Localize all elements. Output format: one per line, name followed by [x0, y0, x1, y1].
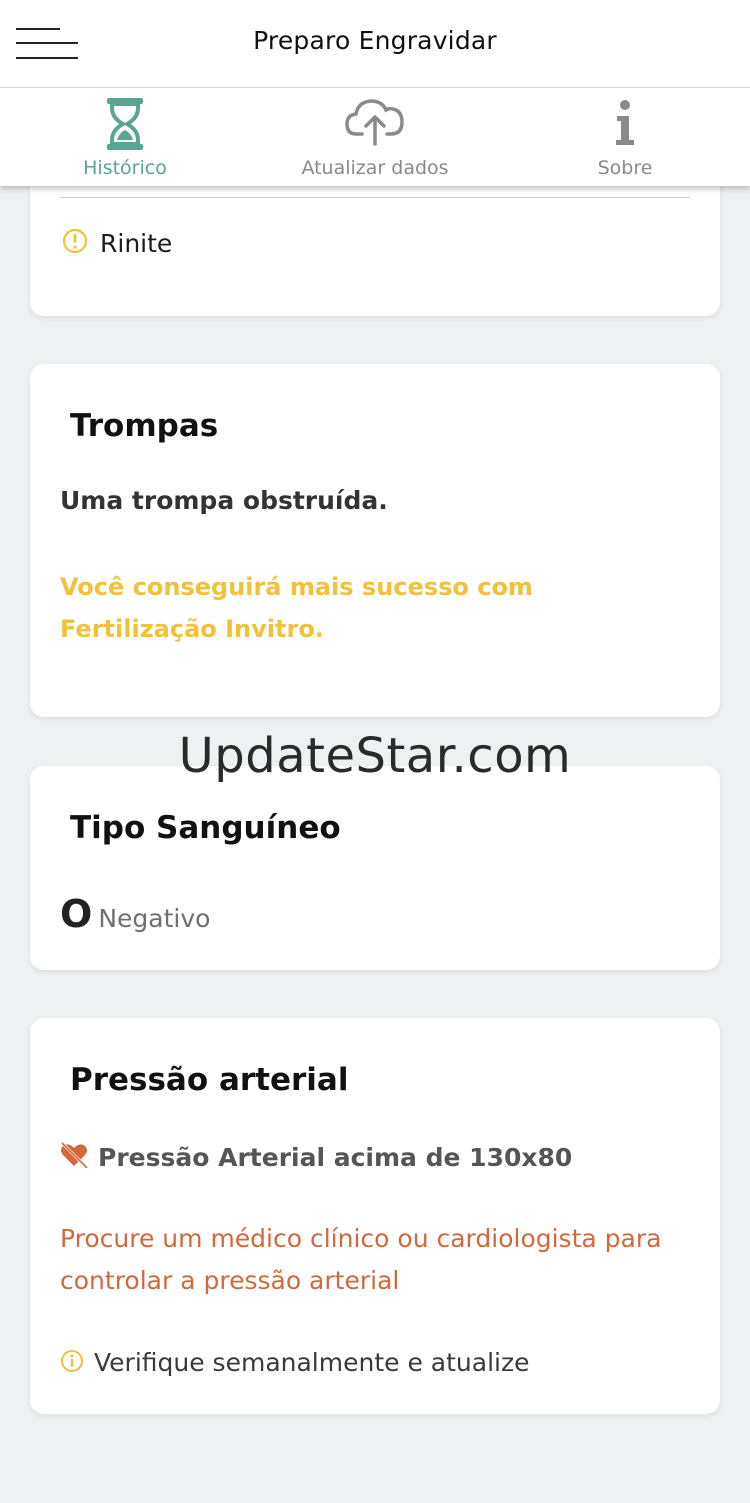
hourglass-icon	[105, 96, 145, 156]
warning-circle-icon	[62, 228, 88, 258]
blood-pressure-status: Pressão Arterial acima de 130x80	[60, 1142, 572, 1172]
blood-type-value: O Negativo	[60, 892, 210, 936]
app-header: Preparo Engravidar	[0, 0, 750, 88]
blood-type-letter: O	[60, 892, 93, 936]
tab-historico[interactable]: Histórico	[0, 88, 250, 186]
blood-pressure-check: Verifique semanalmente e atualize	[60, 1348, 529, 1377]
tubes-advice: Você conseguirá mais sucesso com Fertili…	[60, 573, 533, 643]
blood-pressure-card: Pressão arterial Pressão Arterial acima …	[30, 1018, 720, 1414]
blood-pressure-title: Pressão arterial	[70, 1062, 349, 1098]
watermark: UpdateStar.com	[178, 728, 572, 784]
divider	[60, 197, 690, 198]
blood-type-card: Tipo Sanguíneo O Negativo	[30, 766, 720, 970]
tab-sobre-label: Sobre	[597, 157, 653, 179]
blood-pressure-status-label: Pressão Arterial acima de 130x80	[98, 1142, 573, 1172]
allergy-item: Rinite	[62, 228, 172, 258]
blood-pressure-check-label: Verifique semanalmente e atualize	[94, 1348, 530, 1377]
blood-pressure-advice: Procure um médico clínico ou cardiologis…	[60, 1224, 662, 1295]
blood-type-rh: Negativo	[98, 904, 211, 933]
tab-bar: Histórico Atualizar dados Sobre	[0, 88, 750, 186]
tubes-status: Uma trompa obstruída.	[60, 486, 388, 515]
tab-sobre[interactable]: Sobre	[500, 88, 750, 186]
app-title: Preparo Engravidar	[253, 26, 497, 55]
tubes-card: Trompas Uma trompa obstruída. Você conse…	[30, 364, 720, 717]
info-icon	[610, 96, 640, 152]
cloud-upload-icon	[344, 96, 406, 152]
tab-atualizar-dados[interactable]: Atualizar dados	[250, 88, 500, 186]
tubes-title: Trompas	[70, 408, 219, 444]
tab-atualizar-dados-label: Atualizar dados	[301, 157, 449, 179]
blood-type-title: Tipo Sanguíneo	[70, 810, 341, 846]
info-circle-icon	[60, 1349, 84, 1377]
broken-heart-icon	[60, 1142, 88, 1172]
allergy-item-label: Rinite	[100, 228, 173, 258]
tab-historico-label: Histórico	[83, 157, 167, 179]
